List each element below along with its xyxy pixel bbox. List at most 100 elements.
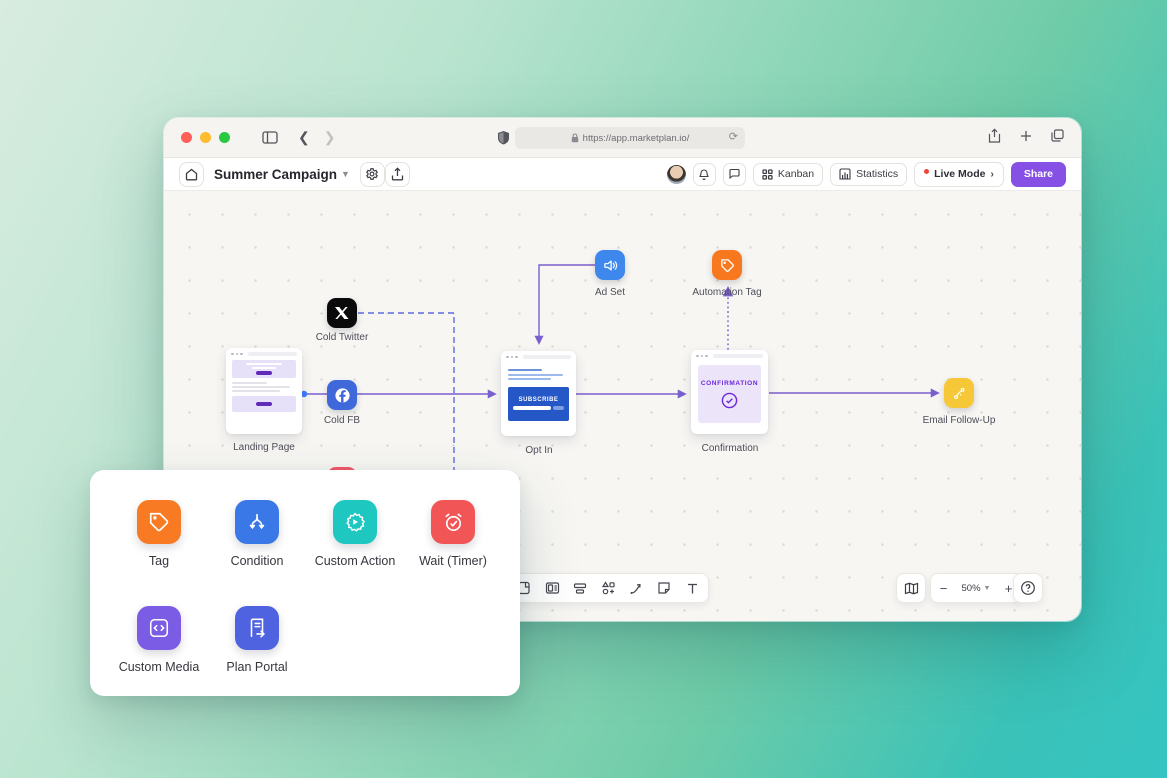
custom-media-icon (137, 606, 181, 650)
url-text: https://app.marketplan.io/ (583, 133, 690, 144)
page-title: Summer Campaign (214, 167, 337, 182)
facebook-icon (334, 387, 351, 404)
node-label: Automation Tag (682, 287, 772, 298)
condition-icon (235, 500, 279, 544)
branch-icon (952, 386, 967, 401)
chevron-right-icon: › (990, 169, 993, 180)
minimize-window-button[interactable] (200, 132, 211, 143)
fullscreen-window-button[interactable] (219, 132, 230, 143)
node-cold-twitter[interactable] (327, 298, 357, 328)
chat-icon (728, 168, 741, 180)
palette-item-label: Condition (231, 554, 284, 568)
node-cold-fb[interactable] (327, 380, 357, 410)
x-twitter-icon (334, 305, 350, 321)
connector-icon[interactable] (623, 575, 649, 601)
kanban-button[interactable]: Kanban (753, 163, 823, 186)
live-dot (924, 169, 929, 174)
back-icon[interactable]: ❮ (298, 129, 310, 146)
browser-chrome: ❮ ❯ https://app.marketplan.io/ ⟳ (164, 118, 1081, 158)
rows-icon[interactable] (567, 575, 593, 601)
forward-icon[interactable]: ❯ (324, 129, 336, 146)
custom-action-icon (333, 500, 377, 544)
zoom-level[interactable]: 50% ▼ (956, 583, 996, 594)
zoom-controls: − 50% ▼ + (930, 573, 1022, 603)
help-button[interactable] (1013, 573, 1043, 603)
palette-item-label: Custom Media (119, 660, 200, 674)
title-chevron-down-icon[interactable]: ▼ (341, 169, 350, 179)
address-bar[interactable]: https://app.marketplan.io/ ⟳ (515, 127, 745, 149)
palette-item-label: Custom Action (315, 554, 396, 568)
confirmation-text: CONFIRMATION (701, 380, 758, 387)
node-landing-page[interactable] (226, 348, 302, 434)
card-window-dots (501, 351, 576, 361)
minimap-icon (904, 582, 919, 595)
zoom-out-button[interactable]: − (931, 574, 956, 602)
tabs-overview-icon[interactable] (1051, 129, 1064, 147)
close-window-button[interactable] (181, 132, 192, 143)
node-label: Opt In (494, 445, 584, 456)
node-label: Landing Page (219, 442, 309, 453)
node-opt-in[interactable]: SUBSCRIBE (501, 351, 576, 436)
statistics-button[interactable]: Statistics (830, 163, 907, 186)
node-ad-set[interactable] (595, 250, 625, 280)
export-button[interactable] (385, 162, 410, 187)
palette-item-wait-timer[interactable]: Wait (Timer) (404, 500, 502, 568)
reload-icon[interactable]: ⟳ (729, 130, 738, 143)
edge-adset-to-optin[interactable] (539, 265, 595, 343)
node-label: Confirmation (685, 443, 775, 454)
palette-item-label: Plan Portal (226, 660, 287, 674)
text-icon[interactable] (679, 575, 705, 601)
user-avatar[interactable] (667, 165, 686, 184)
notifications-button[interactable] (693, 163, 716, 186)
card-window-dots (691, 350, 768, 360)
shapes-add-icon[interactable] (595, 575, 621, 601)
sticky-note-icon[interactable] (651, 575, 677, 601)
sidebar-toggle-icon[interactable] (262, 131, 278, 144)
palette-item-custom-action[interactable]: Custom Action (306, 500, 404, 568)
kanban-label: Kanban (778, 168, 814, 180)
card-window-dots (226, 348, 302, 358)
statistics-icon (839, 168, 851, 180)
subscribe-label: SUBSCRIBE (519, 397, 559, 403)
settings-button[interactable] (360, 162, 385, 187)
bell-icon (698, 168, 710, 181)
palette-item-custom-media[interactable]: Custom Media (110, 606, 208, 674)
node-automation-tag[interactable] (712, 250, 742, 280)
home-button[interactable] (179, 162, 204, 187)
help-icon (1020, 580, 1036, 596)
node-label: Cold FB (297, 415, 387, 426)
desktop: { "browser": { "url": "https://app.marke… (0, 0, 1167, 778)
palette-item-label: Tag (149, 554, 169, 568)
comments-button[interactable] (723, 163, 746, 186)
shield-icon[interactable] (497, 130, 510, 150)
share-button[interactable]: Share (1011, 162, 1066, 187)
palette-item-condition[interactable]: Condition (208, 500, 306, 568)
canvas-toolbar (507, 573, 709, 603)
wait-timer-icon (431, 500, 475, 544)
node-label: Cold Twitter (297, 332, 387, 343)
node-palette: Tag Condition Custom Action Wait (Timer) (90, 470, 520, 696)
lock-icon (571, 133, 579, 143)
node-label: Ad Set (565, 287, 655, 298)
kanban-icon (762, 169, 773, 180)
live-mode-button[interactable]: Live Mode › (914, 162, 1004, 187)
tag-icon (137, 500, 181, 544)
megaphone-icon (603, 258, 618, 273)
check-circle-icon (721, 392, 738, 409)
statistics-label: Statistics (856, 168, 898, 180)
new-tab-icon[interactable] (1020, 129, 1032, 147)
app-toolbar: Summer Campaign ▼ Kanban Statistics (164, 158, 1081, 191)
chevron-down-icon: ▼ (984, 585, 991, 592)
minimap-button[interactable] (896, 573, 926, 603)
palette-item-plan-portal[interactable]: Plan Portal (208, 606, 306, 674)
zoom-value: 50% (962, 583, 981, 594)
palette-item-label: Wait (Timer) (419, 554, 487, 568)
subscribe-block: SUBSCRIBE (508, 387, 569, 421)
share-page-icon[interactable] (988, 128, 1001, 148)
palette-item-tag[interactable]: Tag (110, 500, 208, 568)
node-confirmation[interactable]: CONFIRMATION (691, 350, 768, 434)
node-email-follow-up[interactable] (944, 378, 974, 408)
live-mode-label: Live Mode (934, 168, 985, 180)
node-label: Email Follow-Up (914, 415, 1004, 426)
layout-icon[interactable] (539, 575, 565, 601)
